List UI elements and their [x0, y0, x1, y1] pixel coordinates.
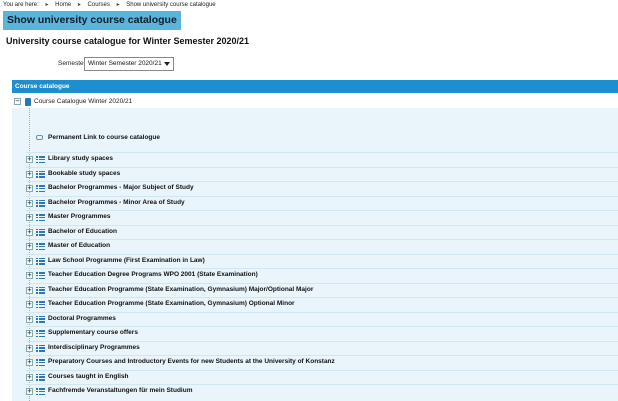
breadcrumb-separator-icon: ▸ [77, 2, 81, 8]
expand-icon[interactable]: + [26, 199, 33, 207]
catalogue-item-label[interactable]: Bachelor of Education [48, 228, 117, 235]
catalogue-item[interactable]: + Interdisciplinary Programmes [26, 340, 618, 355]
expand-icon[interactable]: + [26, 156, 33, 163]
catalogue-item-label[interactable]: Bachelor Programmes - Minor Area of Stud… [48, 199, 185, 206]
catalogue-header: Course catalogue [12, 80, 618, 93]
list-icon [36, 170, 45, 178]
catalogue-item-label[interactable]: Teacher Education Programme (State Exami… [48, 286, 313, 293]
book-icon [25, 98, 31, 106]
breadcrumb-separator-icon: ▸ [116, 2, 120, 8]
breadcrumb-prefix: You are here: [3, 2, 39, 8]
catalogue-item[interactable]: + Supplementary course offers [26, 326, 618, 340]
list-icon [36, 301, 45, 309]
list-icon [36, 315, 45, 323]
catalogue-item-label[interactable]: Interdisciplinary Programmes [48, 344, 140, 351]
catalogue-item-label[interactable]: Bookable study spaces [48, 170, 120, 177]
catalogue-item[interactable]: + Law School Programme (First Examination… [26, 253, 618, 268]
list-icon [36, 330, 45, 338]
catalogue-item-label[interactable]: Master of Education [48, 242, 110, 249]
catalogue-item-label[interactable]: Master Programmes [48, 213, 111, 220]
page-title: Show university course catalogue [3, 11, 181, 30]
expand-icon[interactable]: + [26, 373, 33, 381]
catalogue-item[interactable]: + Teacher Education Programme (State Exam… [26, 282, 618, 297]
expand-icon[interactable]: + [26, 272, 33, 279]
list-icon [36, 228, 45, 236]
catalogue-item-label[interactable]: Courses taught in English [48, 373, 129, 380]
semester-label: Semester [58, 60, 86, 67]
list-icon [36, 243, 45, 251]
catalogue-heading: University course catalogue for Winter S… [6, 36, 250, 46]
catalogue-tree: Permanent Link to course catalogue + Libr… [12, 108, 618, 401]
list-icon [36, 272, 45, 280]
semester-select[interactable]: Winter Semester 2020/21 [84, 57, 174, 71]
breadcrumb-courses[interactable]: Courses [88, 2, 110, 8]
breadcrumb-current: Show university course catalogue [126, 2, 216, 8]
expand-icon[interactable]: + [26, 185, 33, 192]
link-icon [36, 135, 43, 140]
list-icon [36, 199, 45, 207]
catalogue-item-label[interactable]: Supplementary course offers [48, 329, 138, 336]
expand-icon[interactable]: + [26, 286, 33, 294]
expand-icon[interactable]: + [26, 315, 33, 323]
catalogue-item-label[interactable]: Law School Programme (First Examination … [48, 257, 205, 264]
list-icon [36, 185, 45, 193]
list-icon [36, 214, 45, 222]
catalogue-item-label[interactable]: Teacher Education Programme (State Exami… [48, 300, 295, 307]
catalogue-item[interactable]: + Master of Education [26, 239, 618, 253]
expand-icon[interactable]: + [26, 301, 33, 308]
collapse-icon[interactable]: − [14, 98, 21, 105]
catalogue-item[interactable]: + Bachelor Programmes - Major Subject of … [26, 181, 618, 195]
catalogue-item[interactable]: + Bookable study spaces [26, 166, 618, 181]
semester-select-value: Winter Semester 2020/21 [88, 60, 162, 67]
catalogue-item-label[interactable]: Preparatory Courses and Introductory Eve… [48, 358, 335, 365]
list-icon [36, 286, 45, 294]
list-icon [36, 344, 45, 352]
catalogue-item[interactable]: + Fachfremde Veranstaltungen für mein Stu… [26, 384, 618, 398]
catalogue-item-label[interactable]: Library study spaces [48, 155, 113, 162]
expand-icon[interactable]: + [26, 214, 33, 221]
expand-icon[interactable]: + [26, 388, 33, 395]
catalogue-item[interactable]: + Bachelor Programmes - Minor Area of Stu… [26, 195, 618, 210]
catalogue-item-label[interactable]: Fachfremde Veranstaltungen für mein Stud… [48, 387, 192, 394]
expand-icon[interactable]: + [26, 257, 33, 265]
list-icon [36, 359, 45, 367]
catalogue-item[interactable]: + Library study spaces [26, 152, 618, 166]
expand-icon[interactable]: + [26, 330, 33, 337]
list-icon [36, 257, 45, 265]
breadcrumb: You are here: ▸ Home ▸ Courses ▸ Show un… [3, 0, 216, 10]
catalogue-item[interactable]: + Teacher Education Programme (State Exam… [26, 297, 618, 311]
expand-icon[interactable]: + [26, 359, 33, 366]
list-icon [36, 156, 45, 164]
expand-icon[interactable]: + [26, 344, 33, 352]
catalogue-root-label[interactable]: Course Catalogue Winter 2020/21 [34, 98, 132, 105]
catalogue-item[interactable]: + Courses taught in English [26, 369, 618, 384]
catalogue-item-label[interactable]: Bachelor Programmes - Major Subject of S… [48, 184, 194, 191]
catalogue-item[interactable]: + Preparatory Courses and Introductory Ev… [26, 355, 618, 369]
expand-icon[interactable]: + [26, 170, 33, 178]
list-icon [36, 373, 45, 381]
catalogue-item-label[interactable]: Doctoral Programmes [48, 315, 116, 322]
list-icon [36, 388, 45, 396]
catalogue-root-row: − Course Catalogue Winter 2020/21 [12, 95, 618, 109]
catalogue-item[interactable]: + Master Programmes [26, 210, 618, 224]
expand-icon[interactable]: + [26, 228, 33, 236]
catalogue-item-label[interactable]: Teacher Education Degree Programs WPO 20… [48, 271, 258, 278]
chevron-down-icon [164, 62, 170, 66]
breadcrumb-separator-icon: ▸ [45, 2, 49, 8]
catalogue-item[interactable]: + Teacher Education Degree Programs WPO 2… [26, 268, 618, 282]
catalogue-item[interactable]: + Bachelor of Education [26, 224, 618, 239]
breadcrumb-home[interactable]: Home [55, 2, 71, 8]
catalogue-item[interactable]: + Doctoral Programmes [26, 311, 618, 326]
permalink-label[interactable]: Permanent Link to course catalogue [48, 134, 160, 141]
expand-icon[interactable]: + [26, 243, 33, 250]
